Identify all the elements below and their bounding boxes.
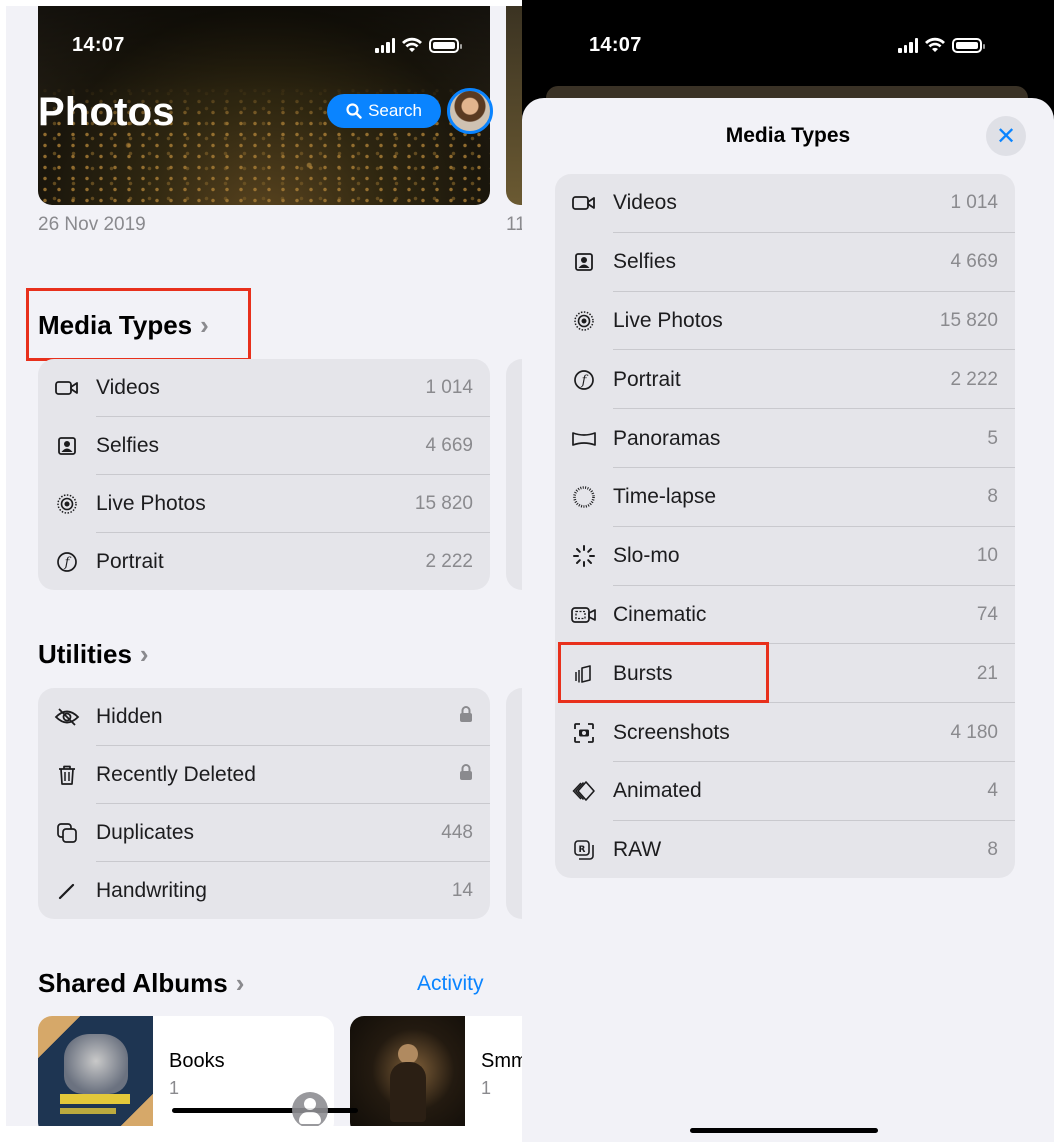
screenshot-icon	[571, 720, 597, 746]
shared-albums-title: Shared Albums	[38, 968, 228, 998]
media-types-list: Videos 1 014 Selfies 4 669 Live Photos 1…	[555, 174, 1015, 878]
home-indicator[interactable]	[172, 1108, 358, 1113]
list-item[interactable]: Selfies 4 669	[555, 233, 1015, 292]
utilities-title: Utilities	[38, 639, 132, 669]
svg-text:f: f	[581, 373, 589, 388]
list-item[interactable]: Slo-mo 10	[555, 527, 1015, 586]
collection-card-peek[interactable]	[506, 359, 522, 590]
list-item[interactable]: R RAW 8	[555, 821, 1015, 878]
page-title: Photos	[38, 90, 175, 134]
cinematic-icon	[571, 602, 597, 628]
avatar[interactable]	[447, 88, 493, 134]
media-types-card: Videos 1 014 Selfies 4 669 Live Photos 1…	[38, 359, 490, 590]
profile-tab-icon[interactable]	[292, 1092, 328, 1126]
list-item[interactable]: Videos 1 014	[555, 174, 1015, 233]
shared-album-card[interactable]: Smm 1	[350, 1016, 522, 1126]
sheet-title: Media Types	[725, 124, 851, 147]
list-item[interactable]: Duplicates 448	[38, 804, 490, 862]
media-types-sheet: Media Types ✕ Videos 1 014 Selfies 4 669…	[522, 98, 1054, 1142]
list-item[interactable]: Animated 4	[555, 762, 1015, 821]
home-indicator[interactable]	[690, 1128, 878, 1133]
close-button[interactable]: ✕	[986, 116, 1026, 156]
live-photo-icon	[54, 491, 80, 517]
list-item[interactable]: Videos 1 014	[38, 359, 490, 417]
status-bar: 14:07	[522, 34, 1054, 58]
album-count: 1	[481, 1078, 492, 1098]
chevron-right-icon: ›	[235, 968, 245, 998]
shared-albums-header[interactable]: Shared Albums ›	[38, 968, 244, 999]
cellular-signal-icon	[375, 37, 395, 53]
panorama-icon	[571, 426, 597, 452]
list-item[interactable]: Screenshots 4 180	[555, 703, 1015, 762]
album-name: Smm	[481, 1050, 522, 1072]
animated-icon	[571, 778, 597, 804]
activity-link[interactable]: Activity	[417, 972, 484, 996]
live-photo-icon	[571, 308, 597, 334]
album-cover-image	[350, 1016, 465, 1126]
duplicate-icon	[54, 820, 80, 846]
raw-icon: R	[571, 837, 597, 863]
list-item[interactable]: Cinematic 74	[555, 586, 1015, 645]
list-item[interactable]: Time-lapse 8	[555, 468, 1015, 527]
list-item[interactable]: Selfies 4 669	[38, 417, 490, 475]
svg-text:R: R	[579, 845, 586, 855]
list-item[interactable]: Hidden	[38, 688, 490, 746]
album-name: Books	[169, 1050, 225, 1072]
utilities-header[interactable]: Utilities ›	[38, 639, 149, 670]
battery-icon	[952, 37, 985, 53]
photo-date-next: 11	[506, 214, 522, 235]
photos-library-screen: 14:07 Photos Search 26 Nov 2019 11 Media…	[6, 6, 522, 1126]
media-types-sheet-screen: 14:07 Media Types ✕ Videos 1 014 Selfies…	[522, 0, 1054, 1142]
portrait-aperture-icon: f	[54, 549, 80, 575]
list-item[interactable]: Live Photos 15 820	[38, 475, 490, 533]
chevron-right-icon: ›	[139, 639, 149, 669]
utilities-card: Hidden Recently Deleted Duplicates 448 H…	[38, 688, 490, 919]
lock-icon	[459, 705, 473, 729]
pencil-icon	[54, 878, 80, 904]
svg-text:f: f	[64, 556, 72, 571]
lock-icon	[459, 763, 473, 787]
time-lapse-icon	[571, 484, 597, 510]
search-icon	[346, 103, 362, 119]
video-camera-icon	[571, 190, 597, 216]
portrait-aperture-icon: f	[571, 367, 597, 393]
highlight-box	[26, 288, 251, 361]
status-time: 14:07	[72, 34, 125, 56]
collection-card-peek[interactable]	[506, 688, 522, 919]
photo-date: 26 Nov 2019	[38, 214, 146, 235]
wifi-icon	[925, 37, 945, 52]
list-item[interactable]: Handwriting 14	[38, 862, 490, 919]
status-time: 14:07	[589, 34, 642, 56]
slo-mo-icon	[571, 543, 597, 569]
status-bar: 14:07	[6, 34, 522, 58]
selfie-portrait-icon	[54, 433, 80, 459]
battery-icon	[429, 37, 462, 53]
trash-icon	[54, 762, 80, 788]
list-item[interactable]: Live Photos 15 820	[555, 292, 1015, 351]
album-count: 1	[169, 1078, 180, 1098]
search-button[interactable]: Search	[327, 94, 441, 128]
video-camera-icon	[54, 375, 80, 401]
list-item[interactable]: f Portrait 2 222	[555, 350, 1015, 410]
eye-slash-icon	[54, 704, 80, 730]
highlight-box	[558, 642, 769, 703]
search-label: Search	[368, 101, 422, 120]
list-item[interactable]: Recently Deleted	[38, 746, 490, 804]
close-icon: ✕	[995, 122, 1017, 150]
list-item[interactable]: f Portrait 2 222	[38, 533, 490, 590]
album-cover-image	[38, 1016, 153, 1126]
selfie-portrait-icon	[571, 249, 597, 275]
cellular-signal-icon	[898, 37, 918, 53]
wifi-icon	[402, 37, 422, 52]
list-item[interactable]: Panoramas 5	[555, 409, 1015, 468]
